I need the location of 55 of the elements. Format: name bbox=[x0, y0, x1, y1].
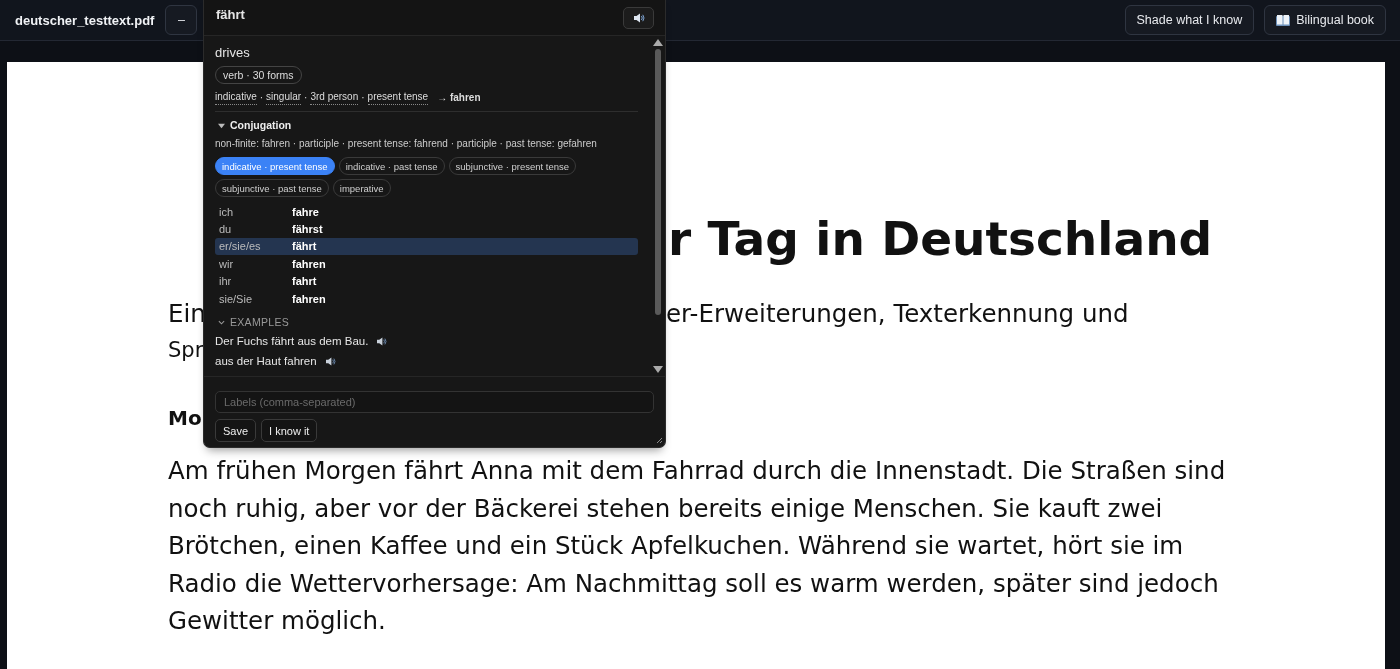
chevron-icon bbox=[218, 318, 225, 326]
speaker-icon[interactable] bbox=[376, 337, 388, 347]
zoom-out-button[interactable]: – bbox=[165, 5, 198, 35]
toolbar-button[interactable]: Shade what I know bbox=[1124, 5, 1255, 35]
action-button[interactable]: I know it bbox=[261, 419, 318, 442]
person-cell-text: ihr bbox=[219, 275, 233, 288]
form-cell: fahren bbox=[292, 257, 326, 270]
document-title: r Tag in Deutschland bbox=[668, 211, 1214, 267]
translation-text: drives bbox=[215, 44, 250, 61]
resize-grip-icon[interactable] bbox=[655, 436, 663, 444]
conjugation-toggle[interactable]: Conjugation bbox=[215, 117, 292, 133]
person-cell-text: ich bbox=[219, 205, 235, 218]
paragraph: Am frühen Morgen fährt Anna mit dem Fahrrad durch die Innenstadt. Die Straßen sind noch ruhig, aber vor der Bäckerei stehen bereits einige Menschen. Sie kauft zwei Brötchen, einen Kaffee und ein Stück Apfelkuchen. Während sie wartet, hört sie im Radio die Wettervorhersage: Am Nachmittag soll es warm werden, später sind jedoch Gewitter möglich. bbox=[168, 455, 1227, 637]
book-icon bbox=[1276, 14, 1291, 26]
form-cell: fahren bbox=[292, 292, 326, 305]
lemma-text: → fahren bbox=[437, 90, 481, 105]
speaker-icon bbox=[632, 12, 645, 23]
form-cell: fahre bbox=[292, 205, 319, 218]
speaker-icon[interactable] bbox=[324, 357, 336, 367]
arrow-down-icon[interactable] bbox=[653, 366, 663, 373]
examples-toggle[interactable]: EXAMPLES bbox=[215, 314, 289, 331]
caret-icon bbox=[218, 121, 225, 129]
intro-text: Ein bbox=[168, 298, 206, 330]
separator-dot: · bbox=[259, 90, 264, 105]
person-cell-text: wir bbox=[219, 257, 235, 270]
action-button[interactable]: Save bbox=[215, 419, 257, 442]
grammar-link[interactable]: singular bbox=[266, 89, 302, 105]
person-cell-text: du bbox=[219, 223, 233, 236]
mood-tab[interactable]: indicative · past tense bbox=[338, 157, 445, 175]
labels-input[interactable]: Labels (comma-separated) bbox=[215, 391, 654, 413]
mood-tab[interactable]: imperative bbox=[332, 179, 391, 197]
separator-dot: · bbox=[304, 90, 308, 105]
grammar-link[interactable]: indicative bbox=[215, 89, 257, 105]
person-cell-text: er/sie/es bbox=[219, 240, 262, 253]
section-heading: Mo bbox=[168, 405, 202, 432]
popup-word: fährt bbox=[216, 7, 245, 22]
speak-button[interactable] bbox=[623, 6, 654, 29]
mood-tab[interactable]: subjunctive · present tense bbox=[448, 157, 577, 175]
mood-tab[interactable]: subjunctive · past tense bbox=[215, 179, 329, 197]
intro-text: er-Erweiterungen, Texterkennung und bbox=[666, 298, 1129, 330]
grammar-link[interactable]: 3rd person bbox=[310, 89, 359, 105]
grammar-link[interactable]: present tense bbox=[367, 89, 429, 105]
arrow-up-icon[interactable] bbox=[653, 39, 663, 46]
separator-dot: · bbox=[361, 90, 365, 105]
person-cell-text: sie/Sie bbox=[219, 292, 254, 305]
file-name: deutscher_testtext.pdf bbox=[15, 12, 155, 28]
form-cell: fährt bbox=[292, 240, 317, 253]
form-cell: fahrt bbox=[292, 275, 317, 288]
toolbar-button[interactable]: Bilingual book bbox=[1264, 5, 1386, 35]
example-sentence: aus der Haut fahren bbox=[215, 354, 317, 370]
mood-tab[interactable]: indicative · present tense bbox=[215, 157, 335, 175]
form-cell: fährst bbox=[292, 223, 323, 236]
intro-text: Spr bbox=[168, 337, 204, 364]
non-finite-forms: non-finite: fahren · participle · present tense: fahrend · participle · past tense: gefahren bbox=[215, 137, 597, 151]
example-sentence: Der Fuchs fährt aus dem Bau. bbox=[215, 334, 369, 350]
